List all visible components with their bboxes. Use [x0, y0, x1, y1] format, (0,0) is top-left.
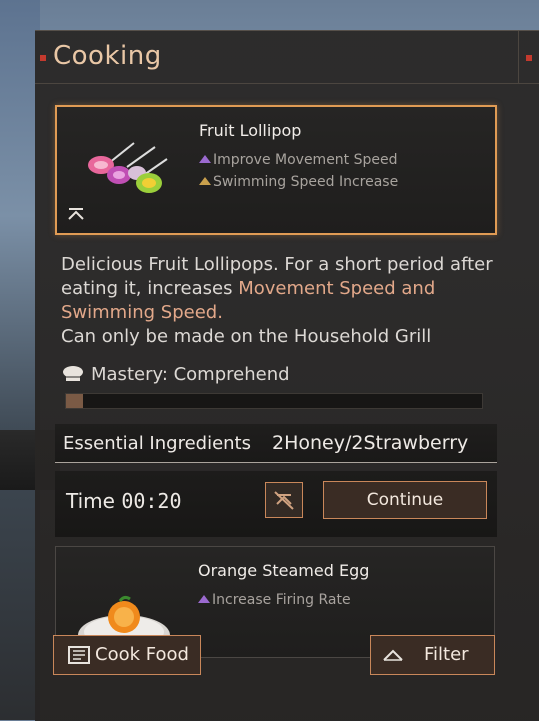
- mastery-progress-bar: [65, 393, 483, 409]
- ingredients-row: Essential Ingredients 2Honey/2Strawberry: [55, 424, 497, 463]
- recipe-card-fruit-lollipop[interactable]: Fruit Lollipop Improve Movement Speed Sw…: [55, 105, 497, 235]
- recipe-effect-1: Improve Movement Speed: [199, 152, 398, 168]
- filter-label: Filter: [424, 644, 469, 665]
- rank-chevron-icon: [68, 208, 84, 220]
- next-recipe-name: Orange Steamed Egg: [198, 561, 370, 580]
- chef-hat-icon: [63, 366, 83, 381]
- recipe-effect-2: Swimming Speed Increase: [199, 174, 398, 190]
- time-row: Time 00:20 Continue: [55, 471, 497, 537]
- panel-title: Cooking: [53, 41, 162, 71]
- cook-food-label: Cook Food: [95, 644, 189, 665]
- time-value: 00:20: [121, 489, 182, 513]
- cook-food-button[interactable]: Cook Food: [53, 635, 201, 675]
- fruit-lollipop-image: [88, 142, 168, 193]
- purple-triangle-icon: [199, 155, 211, 163]
- panel-header: Cooking: [35, 31, 539, 84]
- ingredients-label: Essential Ingredients: [63, 433, 251, 454]
- mastery-text: Mastery: Comprehend: [91, 364, 290, 385]
- description-note: Can only be made on the Household Grill: [61, 326, 432, 347]
- recipe-description: Delicious Fruit Lollipops. For a short p…: [61, 254, 493, 347]
- header-divider: [518, 31, 519, 83]
- cancel-cook-button[interactable]: [265, 482, 303, 518]
- disabled-chef-icon: [274, 491, 294, 510]
- mastery-row: Mastery: Comprehend: [61, 364, 290, 385]
- ingredients-value: 2Honey/2Strawberry: [272, 432, 469, 454]
- mastery-progress-fill: [66, 394, 83, 408]
- header-accent-marker-right: [526, 55, 532, 61]
- filter-button[interactable]: Filter: [370, 635, 495, 675]
- recipe-name: Fruit Lollipop: [199, 121, 302, 140]
- time-label: Time 00:20: [66, 489, 182, 513]
- filter-chevron-icon: [383, 649, 403, 661]
- header-accent-marker: [40, 55, 46, 61]
- purple-triangle-icon: [198, 595, 210, 603]
- background-scenery: [0, 0, 40, 720]
- cooking-panel: Cooking Fruit Lollipop Improve Movement …: [35, 30, 539, 721]
- recipe-book-icon: [68, 646, 90, 664]
- next-recipe-effect: Increase Firing Rate: [198, 592, 351, 608]
- continue-button[interactable]: Continue: [323, 481, 487, 519]
- gold-triangle-icon: [199, 177, 211, 185]
